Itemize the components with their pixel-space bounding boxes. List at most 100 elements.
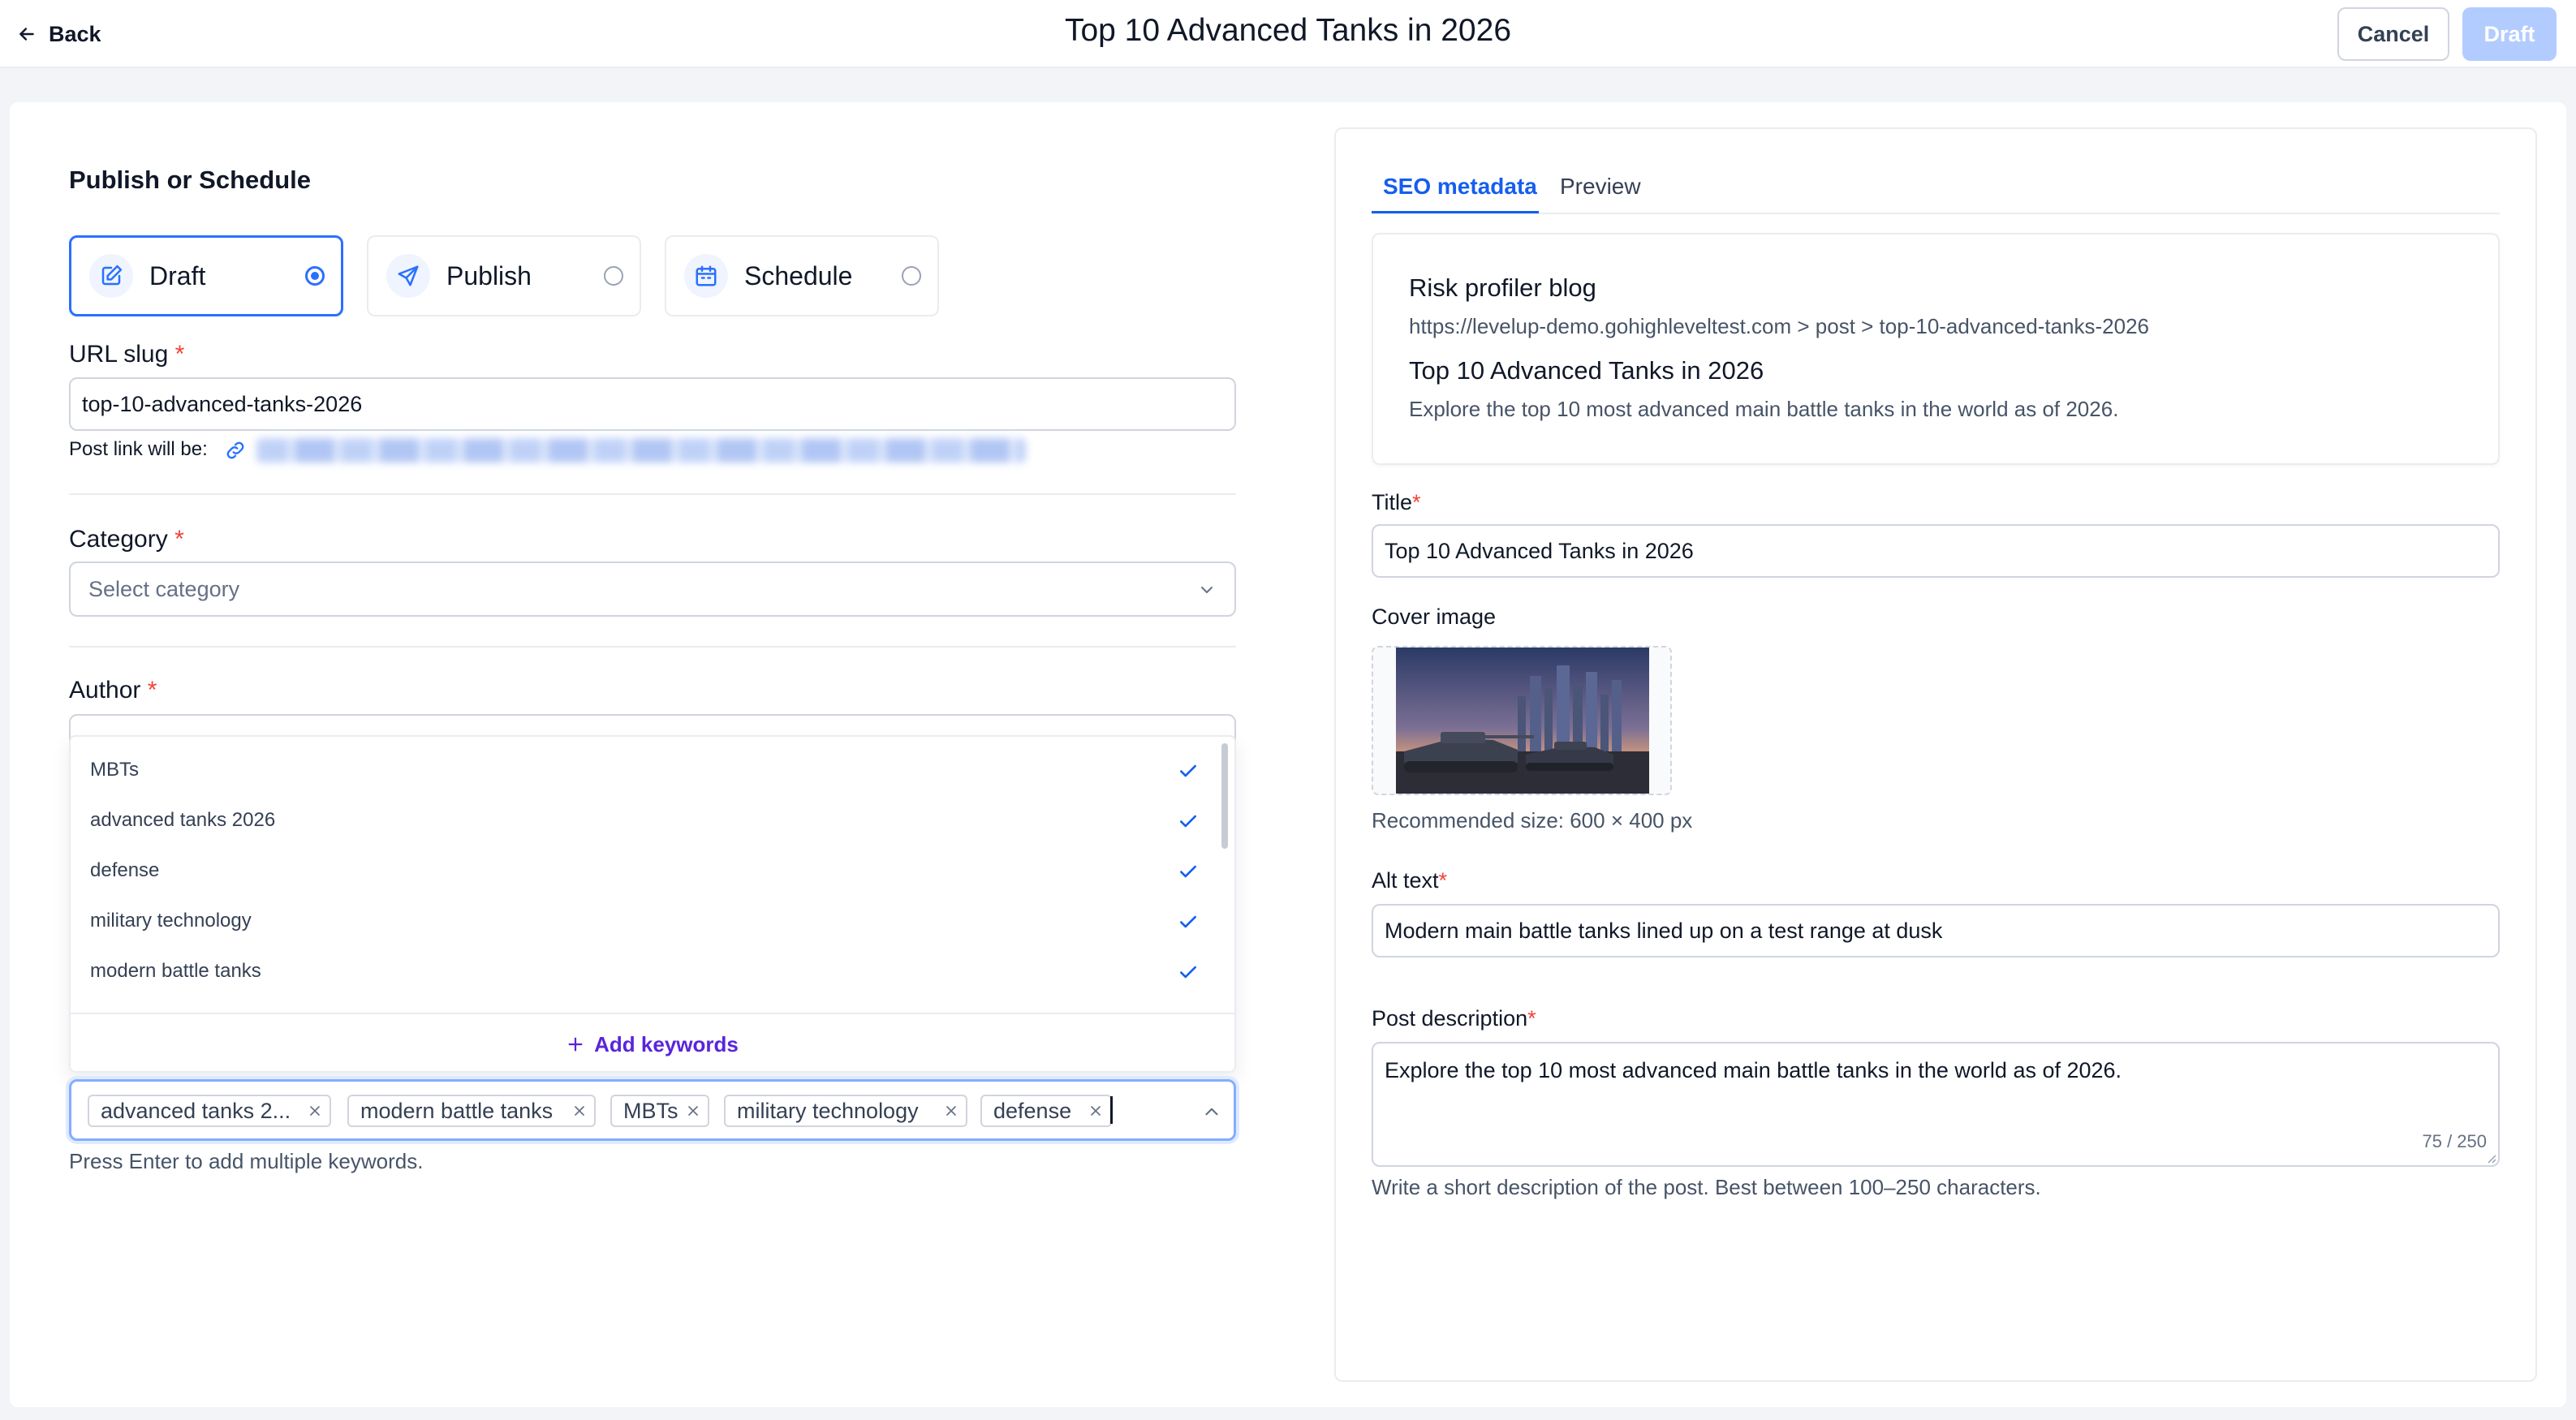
dropdown-option[interactable]: modern battle tanks — [71, 946, 1207, 996]
dropdown-option-label: advanced tanks 2026 — [90, 809, 276, 831]
alt-text-value: Modern main battle tanks lined up on a t… — [1385, 918, 1943, 943]
publish-option-publish[interactable]: Publish — [367, 235, 641, 316]
url-slug-value: top-10-advanced-tanks-2026 — [82, 391, 363, 416]
tab-active-indicator — [1372, 211, 1539, 213]
edit-icon-wrap — [89, 254, 133, 298]
dropdown-option[interactable]: advanced tanks 2026 — [71, 795, 1207, 846]
cover-image-tanks — [1396, 648, 1649, 794]
alt-text-label-text: Alt text — [1372, 868, 1439, 893]
top-bar: Back Top 10 Advanced Tanks in 2026 Cance… — [0, 0, 2576, 68]
post-description-help: Write a short description of the post. B… — [1372, 1175, 2041, 1199]
title-label-text: Title — [1372, 490, 1413, 514]
send-icon — [398, 265, 419, 286]
publish-option-schedule[interactable]: Schedule — [665, 235, 939, 316]
cover-image-label: Cover image — [1372, 605, 1497, 629]
dropdown-option-label: modern battle tanks — [90, 960, 261, 982]
divider — [71, 1013, 1234, 1014]
dropdown-option[interactable]: defense — [71, 846, 1207, 896]
keyword-chip: defense — [980, 1095, 1112, 1127]
required-mark: * — [1412, 490, 1421, 514]
chevron-up-icon[interactable] — [1201, 1101, 1222, 1122]
seo-description: Explore the top 10 most advanced main ba… — [1409, 397, 2119, 421]
post-link-label: Post link will be: — [69, 438, 208, 460]
add-keywords-label: Add keywords — [594, 1031, 739, 1056]
keyword-chip-label: modern battle tanks — [360, 1098, 554, 1123]
seo-url: https://levelup-demo.gohighleveltest.com… — [1409, 314, 2149, 338]
publish-option-label: Publish — [446, 260, 532, 290]
cover-image[interactable] — [1396, 648, 1649, 794]
check-icon — [1180, 815, 1196, 828]
close-icon[interactable] — [571, 1103, 588, 1119]
text-caret — [1110, 1096, 1113, 1124]
category-placeholder: Select category — [88, 576, 240, 601]
tab-divider — [1372, 213, 2500, 214]
cover-image-dropzone[interactable] — [1372, 646, 1672, 795]
publish-option-label: Schedule — [744, 260, 853, 290]
cancel-button[interactable]: Cancel — [2337, 7, 2449, 61]
post-description-textarea[interactable]: Explore the top 10 most advanced main ba… — [1372, 1042, 2500, 1167]
divider — [69, 493, 1236, 495]
back-button[interactable]: Back — [16, 16, 101, 52]
publish-section-title: Publish or Schedule — [69, 166, 311, 194]
cover-image-help: Recommended size: 600 × 400 px — [1372, 808, 1693, 833]
check-icon — [1180, 865, 1196, 878]
close-icon[interactable] — [307, 1103, 323, 1119]
radio-unselected[interactable] — [902, 266, 921, 286]
seo-preview-card: Risk profiler blog https://levelup-demo.… — [1372, 233, 2500, 465]
keyword-chip-label: advanced tanks 2... — [101, 1098, 291, 1123]
required-mark: * — [174, 341, 185, 368]
dropdown-option[interactable]: MBTs — [71, 745, 1207, 795]
alt-text-label: Alt text* — [1372, 868, 1447, 893]
radio-unselected[interactable] — [604, 266, 623, 286]
title-label: Title* — [1372, 490, 1421, 515]
calendar-icon — [696, 265, 717, 286]
close-icon[interactable] — [1088, 1103, 1104, 1119]
dropdown-option[interactable]: military technology — [71, 896, 1207, 946]
keyword-chip: military technology — [724, 1095, 967, 1127]
category-label: Category * — [69, 526, 184, 553]
plus-icon — [568, 1037, 583, 1052]
send-icon-wrap — [386, 254, 430, 298]
publish-option-label: Draft — [149, 260, 206, 290]
radio-selected[interactable] — [305, 266, 325, 286]
required-mark: * — [147, 677, 157, 704]
title-value: Top 10 Advanced Tanks in 2026 — [1385, 538, 1694, 563]
tab-seo-metadata[interactable]: SEO metadata — [1383, 174, 1537, 200]
arrow-left-icon — [19, 28, 34, 41]
close-icon[interactable] — [943, 1103, 959, 1119]
tab-preview[interactable]: Preview — [1560, 174, 1641, 200]
alt-text-input[interactable]: Modern main battle tanks lined up on a t… — [1372, 904, 2500, 957]
author-label: Author * — [69, 677, 157, 704]
keywords-input[interactable]: advanced tanks 2... modern battle tanks … — [69, 1079, 1236, 1141]
link-icon — [226, 441, 244, 459]
category-label-text: Category — [69, 526, 168, 553]
keywords-help-text: Press Enter to add multiple keywords. — [69, 1149, 424, 1173]
dropdown-scrollbar[interactable] — [1221, 743, 1228, 849]
url-slug-label: URL slug * — [69, 341, 184, 368]
check-icon — [1180, 764, 1196, 777]
post-description-label-text: Post description — [1372, 1006, 1528, 1031]
post-description-value: Explore the top 10 most advanced main ba… — [1385, 1058, 2122, 1082]
dropdown-option-label: military technology — [90, 910, 252, 932]
required-mark: * — [1527, 1006, 1536, 1031]
draft-button[interactable]: Draft — [2462, 7, 2557, 61]
title-input[interactable]: Top 10 Advanced Tanks in 2026 — [1372, 524, 2500, 578]
add-keywords-button[interactable]: Add keywords — [71, 1016, 1234, 1073]
post-link-url-blurred[interactable] — [256, 438, 1026, 463]
character-counter: 75 / 250 — [2422, 1131, 2487, 1151]
url-slug-input[interactable]: top-10-advanced-tanks-2026 — [69, 377, 1236, 431]
publish-option-draft[interactable]: Draft — [69, 235, 343, 316]
calendar-icon-wrap — [684, 254, 728, 298]
keyword-chip: MBTs — [610, 1095, 709, 1127]
keyword-chip-label: military technology — [737, 1098, 919, 1123]
page-title: Top 10 Advanced Tanks in 2026 — [1064, 13, 1512, 48]
edit-icon — [101, 265, 123, 286]
chevron-down-icon — [1201, 587, 1213, 593]
resize-handle-icon[interactable] — [2485, 1152, 2496, 1164]
check-icon — [1180, 915, 1196, 928]
seo-site-name: Risk profiler blog — [1409, 273, 1596, 302]
close-icon[interactable] — [685, 1103, 701, 1119]
category-select[interactable]: Select category — [69, 562, 1236, 617]
keyword-chip: modern battle tanks — [347, 1095, 596, 1127]
url-slug-label-text: URL slug — [69, 341, 169, 368]
